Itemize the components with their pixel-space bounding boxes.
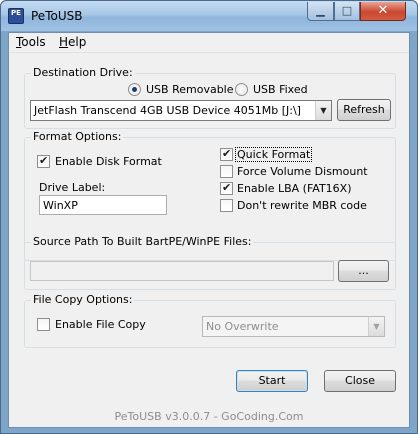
drive-select[interactable]: JetFlash Transcend 4GB USB Device 4051Mb… bbox=[30, 100, 332, 121]
format-options-title: Format Options: bbox=[31, 130, 124, 143]
enable-disk-format-label: Enable Disk Format bbox=[55, 155, 162, 168]
version-footer: PeToUSB v3.0.0.7 - GoCoding.Com bbox=[114, 410, 304, 423]
maximize-icon: □ bbox=[341, 4, 353, 17]
quick-format-label: Quick Format bbox=[234, 147, 313, 162]
source-path-input[interactable] bbox=[30, 261, 334, 281]
close-icon: ✕ bbox=[377, 3, 389, 18]
file-copy-options-title: File Copy Options: bbox=[31, 293, 135, 306]
app-icon: PE bbox=[8, 8, 24, 24]
window-title: PeToUSB bbox=[31, 9, 83, 23]
title-bar[interactable]: PE PeToUSB ▁ □ ✕ bbox=[1, 1, 417, 31]
force-volume-dismount-label: Force Volume Dismount bbox=[237, 165, 368, 178]
usb-removable-label: USB Removable bbox=[146, 83, 234, 96]
menu-help[interactable]: Help bbox=[57, 35, 88, 49]
source-path-group: Source Path To Built BartPE/WinPE Files:… bbox=[24, 235, 396, 290]
close-window-button[interactable]: ✕ bbox=[360, 2, 406, 21]
maximize-button[interactable]: □ bbox=[334, 2, 360, 21]
chevron-down-icon[interactable]: ▼ bbox=[368, 317, 384, 336]
close-button[interactable]: Close bbox=[324, 370, 396, 392]
usb-fixed-label: USB Fixed bbox=[253, 83, 308, 96]
dont-rewrite-mbr-checkbox[interactable] bbox=[220, 199, 233, 212]
enable-file-copy-checkbox[interactable] bbox=[37, 318, 50, 331]
file-copy-mode-select[interactable]: No Overwrite ▼ bbox=[202, 316, 385, 337]
menu-bar: Tools Help bbox=[9, 33, 409, 53]
dont-rewrite-mbr-label: Don't rewrite MBR code bbox=[237, 199, 367, 212]
drive-select-value: JetFlash Transcend 4GB USB Device 4051Mb… bbox=[34, 104, 301, 117]
force-volume-dismount-checkbox[interactable] bbox=[220, 165, 233, 178]
file-copy-mode-value: No Overwrite bbox=[206, 320, 279, 333]
menu-tools[interactable]: Tools bbox=[14, 35, 48, 49]
quick-format-checkbox[interactable] bbox=[220, 147, 233, 161]
minimize-button[interactable]: ▁ bbox=[307, 2, 334, 21]
start-button[interactable]: Start bbox=[236, 370, 308, 392]
enable-lba-checkbox[interactable] bbox=[220, 181, 233, 195]
drive-label-value: WinXP bbox=[43, 199, 78, 212]
file-copy-options-group: File Copy Options: Enable File Copy No O… bbox=[24, 293, 396, 348]
refresh-button[interactable]: Refresh bbox=[337, 99, 391, 121]
destination-drive-title: Destination Drive: bbox=[31, 66, 135, 79]
source-path-title: Source Path To Built BartPE/WinPE Files: bbox=[31, 235, 254, 248]
browse-button[interactable]: ... bbox=[338, 260, 389, 282]
usb-fixed-radio[interactable] bbox=[235, 83, 248, 96]
enable-disk-format-checkbox[interactable] bbox=[37, 154, 50, 168]
minimize-icon: ▁ bbox=[316, 4, 325, 17]
chevron-down-icon[interactable]: ▼ bbox=[315, 101, 331, 120]
destination-drive-group: Destination Drive: USB Removable USB Fix… bbox=[24, 66, 396, 129]
enable-file-copy-label: Enable File Copy bbox=[55, 318, 146, 331]
enable-lba-label: Enable LBA (FAT16X) bbox=[237, 182, 352, 195]
drive-label-input[interactable]: WinXP bbox=[39, 195, 167, 215]
usb-removable-radio[interactable] bbox=[128, 83, 141, 96]
drive-label-title: Drive Label: bbox=[39, 181, 106, 194]
client-area: Tools Help Destination Drive: USB Remova… bbox=[8, 32, 410, 428]
app-window: PE PeToUSB ▁ □ ✕ Tools Help Destination … bbox=[0, 0, 418, 434]
